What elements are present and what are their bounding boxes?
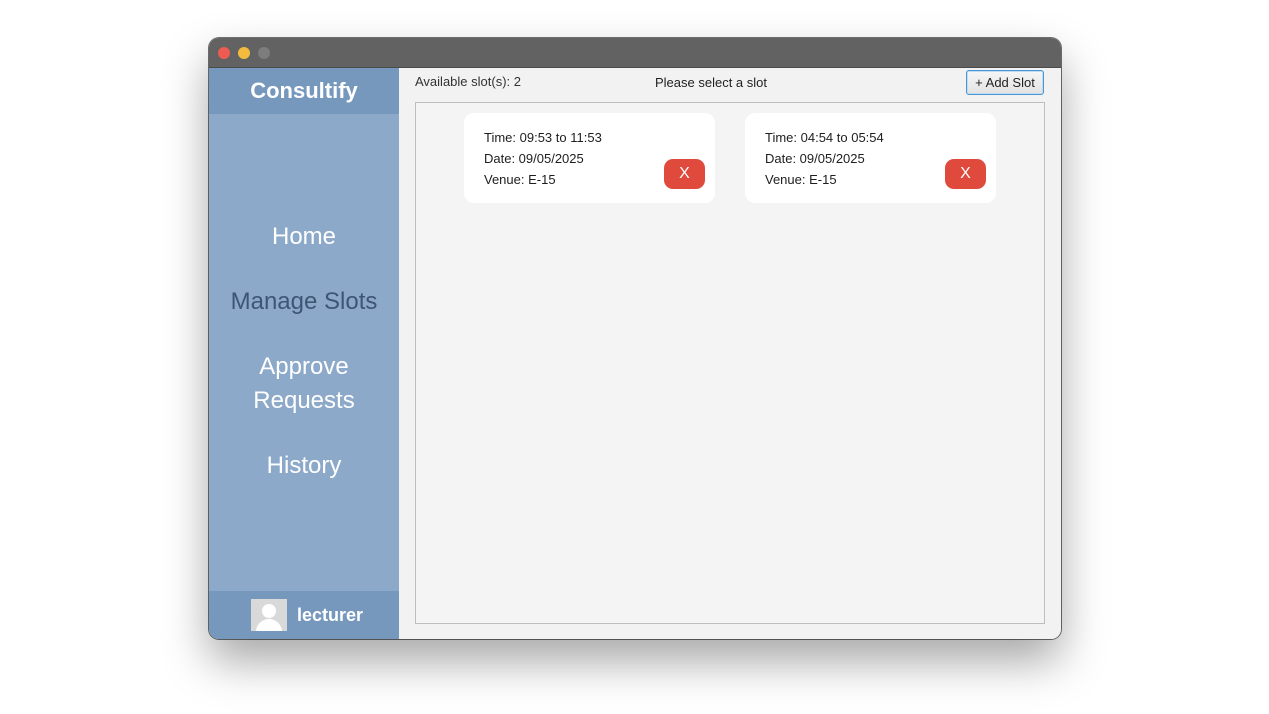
username-label: lecturer [297, 605, 364, 625]
available-slots-count: Available slot(s): 2 [415, 74, 521, 89]
delete-slot-button[interactable]: X [664, 159, 705, 189]
slot-time: Time: 04:54 to 05:54 [765, 130, 884, 145]
title-bar[interactable] [209, 38, 1061, 68]
sidebar-item-label: Approve [259, 353, 349, 380]
user-profile[interactable]: lecturer [209, 591, 399, 639]
select-slot-prompt: Please select a slot [655, 75, 768, 90]
sidebar-item-home[interactable]: Home [209, 220, 399, 254]
slot-date: Date: 09/05/2025 [484, 151, 584, 166]
sidebar-item-label: Home [271, 223, 337, 250]
slot-venue: Venue: E-15 [765, 172, 837, 187]
sidebar: Consultify Home Manage Slots Approve Req… [209, 68, 399, 639]
minimize-window-button[interactable] [238, 47, 250, 59]
maximize-window-button[interactable] [258, 47, 270, 59]
app-brand: Consultify [209, 68, 399, 114]
user-avatar-icon [251, 599, 287, 631]
slot-venue: Venue: E-15 [484, 172, 556, 187]
main-content: Available slot(s): 2 Please select a slo… [399, 68, 1061, 639]
slot-card[interactable]: Time: 09:53 to 11:53 Date: 09/05/2025 Ve… [464, 113, 715, 203]
slot-date: Date: 09/05/2025 [765, 151, 865, 166]
slot-card[interactable]: Time: 04:54 to 05:54 Date: 09/05/2025 Ve… [745, 113, 996, 203]
sidebar-item-approve-requests[interactable]: Approve Requests [209, 350, 399, 418]
close-window-button[interactable] [218, 47, 230, 59]
sidebar-item-label: Manage Slots [230, 288, 378, 315]
add-slot-button[interactable]: + Add Slot [966, 70, 1044, 95]
delete-slot-button[interactable]: X [945, 159, 986, 189]
sidebar-item-history[interactable]: History [209, 449, 399, 483]
sidebar-item-manage-slots[interactable]: Manage Slots [209, 285, 399, 319]
app-window: Consultify Home Manage Slots Approve Req… [209, 38, 1061, 639]
slot-time: Time: 09:53 to 11:53 [484, 130, 602, 145]
slots-panel[interactable]: Time: 09:53 to 11:53 Date: 09/05/2025 Ve… [415, 102, 1045, 624]
sidebar-item-label: Requests [253, 387, 355, 414]
sidebar-item-label: History [266, 452, 342, 479]
